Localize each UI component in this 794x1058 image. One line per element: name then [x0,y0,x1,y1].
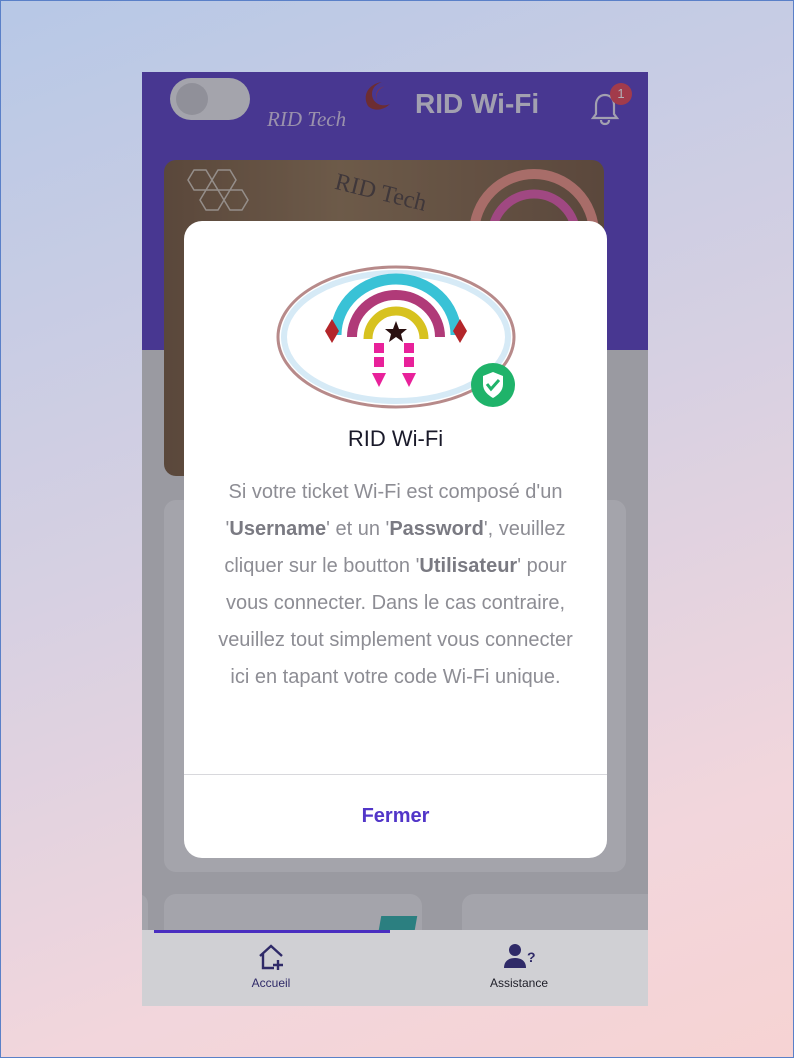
svg-text:?: ? [527,949,536,965]
message-emphasis: Username [229,518,327,540]
shield-check-icon [471,363,515,407]
dialog-message: Si votre ticket Wi-Fi est composé d'un '… [208,474,583,696]
home-plus-icon [259,944,283,970]
active-tab-indicator [154,930,390,933]
nav-item-accueil[interactable]: Accueil [211,942,331,990]
nav-label: Assistance [489,976,549,990]
user-question-icon: ? [504,944,536,968]
dialog-title: RID Wi-Fi [347,426,444,451]
message-text: ' et un ' [326,518,390,540]
message-emphasis: Utilisateur [419,555,518,577]
nav-label: Accueil [251,976,291,990]
message-emphasis: Password [389,518,484,540]
nav-item-assistance[interactable]: ? Assistance [459,942,579,990]
info-dialog: RID Wi-Fi Si votre ticket Wi-Fi est comp… [184,221,607,858]
close-button[interactable]: Fermer [184,775,607,858]
